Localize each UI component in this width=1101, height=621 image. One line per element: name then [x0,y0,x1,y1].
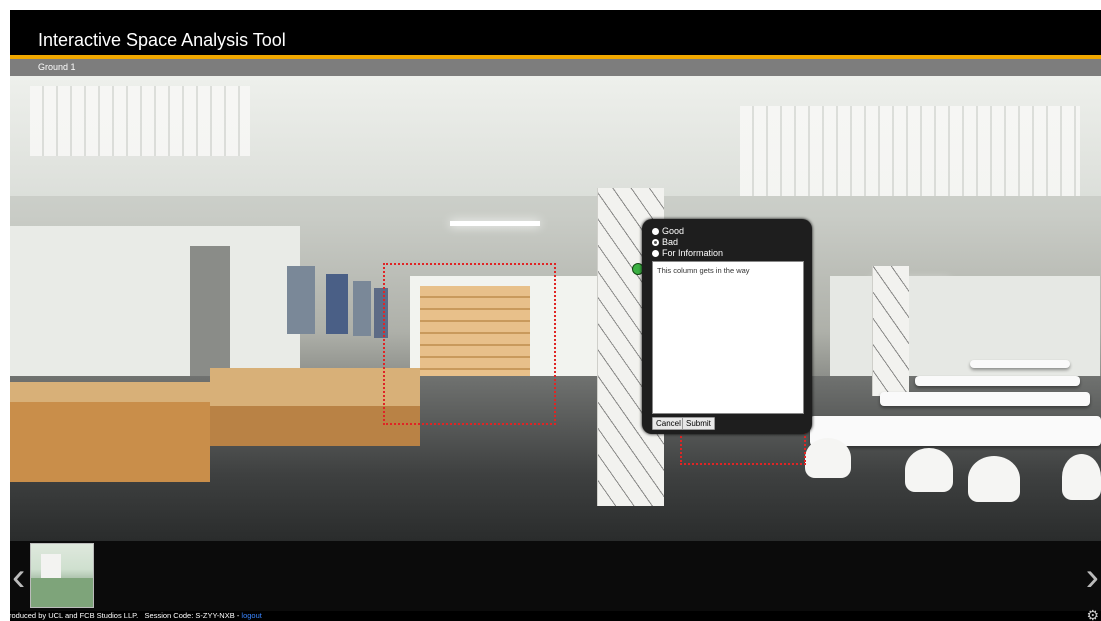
app-window: Interactive Space Analysis Tool Ground 1 [10,10,1101,621]
footer-credit: Produced by UCL and FCB Studios LLP. [10,611,139,620]
column-artwork [873,266,909,396]
radio-bad[interactable] [652,239,659,246]
option-good[interactable]: Good [652,226,684,237]
gear-icon[interactable]: ⚙ [1086,608,1099,621]
chair [905,448,953,492]
wall-poster [326,274,348,334]
option-good-label: Good [662,226,685,236]
chair [968,456,1020,502]
location-bar: Ground 1 [10,59,1101,76]
panorama-thumbnail[interactable] [30,543,94,608]
left-wall [10,226,300,376]
logout-link[interactable]: logout [241,611,261,620]
session-label: Session Code: [144,611,194,620]
chair [1062,454,1101,500]
table [970,360,1070,368]
thumbnail-wall [41,554,61,578]
ceiling-light [450,221,540,226]
footer: Produced by UCL and FCB Studios LLP. Ses… [10,608,1101,621]
thumbnail-floor [31,578,93,607]
table [880,392,1090,406]
app-title: Interactive Space Analysis Tool [38,30,286,50]
option-bad[interactable]: Bad [652,237,678,248]
location-label: Ground 1 [38,62,76,72]
session-code: S-ZYY-NXB [195,611,235,620]
wall-poster [353,281,371,336]
wall-poster [287,266,315,334]
radio-for-information[interactable] [652,250,659,257]
cancel-button[interactable]: Cancel [652,417,685,430]
reception-desk [10,402,210,482]
chevron-left-icon[interactable]: ‹ [12,557,25,597]
app-header: Interactive Space Analysis Tool [10,10,1101,55]
doorway [190,246,230,376]
chevron-right-icon[interactable]: › [1086,557,1099,597]
right-wall [830,276,1100,386]
ceiling-panels-right [740,106,1080,196]
submit-button[interactable]: Submit [682,417,715,430]
chair [805,438,851,478]
option-bad-label: Bad [662,237,679,247]
thumbnail-strip: ‹ › [10,541,1101,611]
radio-good[interactable] [652,228,659,235]
panorama-viewer[interactable]: Good Bad For Information This column get… [10,76,1101,541]
option-for-information-label: For Information [662,248,724,258]
column [872,266,909,396]
ceiling-panels-left [30,86,250,156]
footer-text: Produced by UCL and FCB Studios LLP. Ses… [10,611,262,621]
annotation-marker[interactable] [383,263,556,425]
footer-separator: - [236,611,240,620]
comment-textarea[interactable]: This column gets in the way [652,261,804,414]
table [915,376,1080,386]
feedback-popup: Good Bad For Information This column get… [642,219,812,434]
table [810,416,1101,446]
option-for-information[interactable]: For Information [652,248,723,259]
reception-desk-top [10,382,210,404]
